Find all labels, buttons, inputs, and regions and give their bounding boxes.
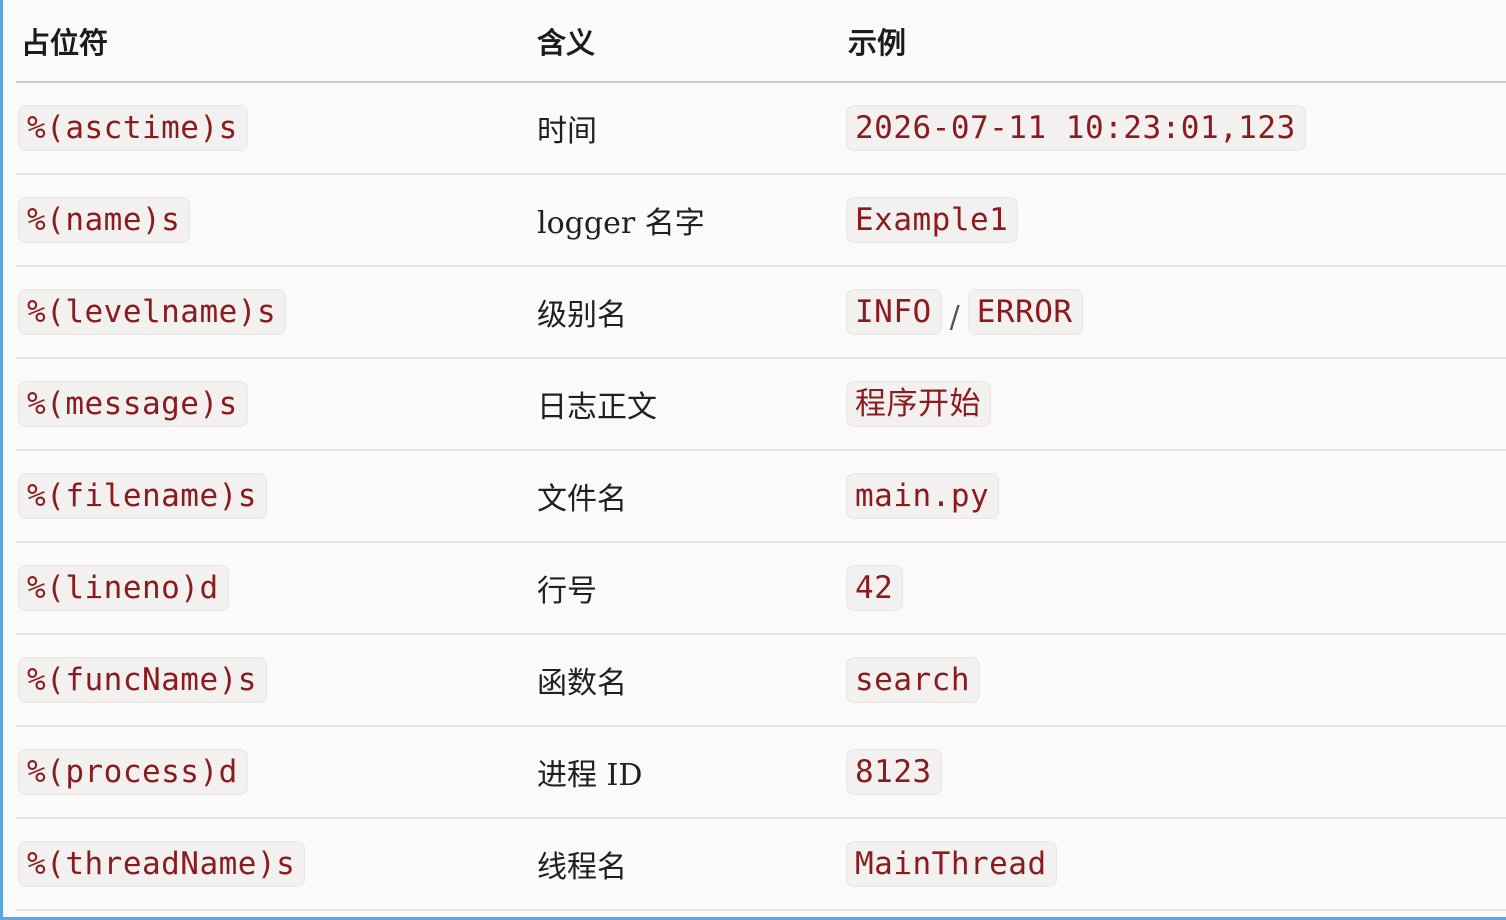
example-code: MainThread: [846, 841, 1057, 887]
table-row: %(process)d 进程 ID 8123: [16, 726, 1506, 818]
table-row: %(threadName)s 线程名 MainThread: [16, 818, 1506, 910]
placeholder-cell: %(funcName)s: [16, 634, 532, 726]
example-separator: /: [949, 300, 960, 335]
example-code: 8123: [846, 749, 942, 795]
example-code: 42: [846, 565, 904, 611]
example-code: search: [846, 657, 980, 703]
meaning-cell: 进程 ID: [537, 758, 643, 793]
placeholder-code: %(process)d: [18, 749, 248, 795]
meaning-cell: 函数名: [537, 666, 627, 701]
example-cell: Example1: [843, 174, 1506, 266]
table-row: %(lineno)d 行号 42: [16, 542, 1506, 634]
meaning-cell: 时间: [537, 114, 597, 149]
meaning-cell: logger 名字: [537, 206, 705, 241]
table-row: %(asctime)s 时间 2026-07-11 10:23:01,123: [16, 82, 1506, 174]
placeholder-cell: %(process)d: [16, 726, 532, 818]
example-cell: 2026-07-11 10:23:01,123: [843, 82, 1506, 174]
header-meaning: 含义: [532, 0, 843, 83]
example-code: INFO: [846, 289, 942, 335]
placeholder-code: %(funcName)s: [18, 657, 267, 703]
placeholder-cell: %(message)s: [16, 358, 532, 450]
placeholder-code: %(threadName)s: [18, 841, 306, 887]
placeholder-code: %(name)s: [18, 197, 191, 243]
example-code: Example1: [846, 197, 1019, 243]
placeholder-cell: %(threadName)s: [16, 818, 532, 910]
table-body: %(asctime)s 时间 2026-07-11 10:23:01,123 %(na…: [16, 82, 1506, 910]
table-row: %(filename)s 文件名 main.py: [16, 450, 1506, 542]
table-row: %(name)s logger 名字 Example1: [16, 174, 1506, 266]
placeholder-code: %(message)s: [18, 381, 248, 427]
table-row: %(message)s 日志正文 程序开始: [16, 358, 1506, 450]
placeholder-cell: %(name)s: [16, 174, 532, 266]
placeholder-cell: %(filename)s: [16, 450, 532, 542]
table-row: %(levelname)s 级别名 INFO / ERROR: [16, 266, 1506, 358]
example-code: 2026-07-11 10:23:01,123: [846, 105, 1306, 151]
log-format-table: 占位符 含义 示例 %(asctime)s 时间 2026-07-11 10:23:…: [16, 0, 1506, 911]
placeholder-code: %(filename)s: [18, 473, 267, 519]
meaning-cell: 文件名: [537, 482, 627, 517]
table-header-row: 占位符 含义 示例: [16, 0, 1506, 83]
placeholder-code: %(lineno)d: [18, 565, 229, 611]
meaning-cell: 级别名: [537, 298, 627, 333]
example-code: 程序开始: [846, 381, 991, 427]
example-cell: search: [843, 634, 1506, 726]
meaning-cell: 日志正文: [537, 390, 657, 425]
placeholder-cell: %(levelname)s: [16, 266, 532, 358]
example-cell: 程序开始: [843, 358, 1506, 450]
example-cell: MainThread: [843, 818, 1506, 910]
example-cell: main.py: [843, 450, 1506, 542]
example-code: ERROR: [967, 289, 1083, 335]
example-cell: 8123: [843, 726, 1506, 818]
placeholder-code: %(asctime)s: [18, 105, 248, 151]
meaning-cell: 行号: [537, 574, 597, 609]
header-example: 示例: [843, 0, 1506, 83]
table-row: %(funcName)s 函数名 search: [16, 634, 1506, 726]
placeholder-code: %(levelname)s: [18, 289, 287, 335]
header-placeholder: 占位符: [16, 0, 532, 83]
example-cell: INFO / ERROR: [843, 266, 1506, 358]
placeholder-cell: %(asctime)s: [16, 82, 532, 174]
document-frame: 占位符 含义 示例 %(asctime)s 时间 2026-07-11 10:23:…: [0, 0, 1506, 920]
example-cell: 42: [843, 542, 1506, 634]
example-code: main.py: [846, 473, 1000, 519]
meaning-cell: 线程名: [537, 850, 627, 885]
placeholder-cell: %(lineno)d: [16, 542, 532, 634]
